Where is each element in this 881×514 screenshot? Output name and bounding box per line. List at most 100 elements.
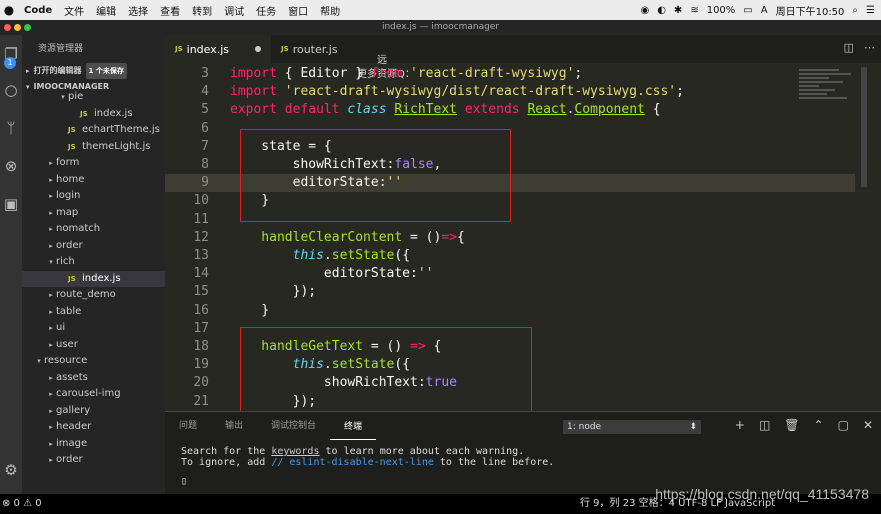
tree-item[interactable]: ▸ route_demo — [22, 287, 165, 304]
code-line[interactable]: 5 export default class RichText extends R… — [165, 101, 855, 119]
code-line[interactable]: 3 import { Editor } from 'react-draft-wys… — [165, 65, 855, 83]
editor-scrollbar[interactable] — [861, 67, 867, 187]
line-number: 5 — [201, 102, 209, 118]
record-icon[interactable]: ◉ — [640, 5, 649, 16]
chevron-up-icon[interactable]: ⌃ — [814, 418, 824, 432]
tree-item[interactable]: ▸ assets — [22, 370, 165, 387]
code-line[interactable]: 15 }); — [165, 283, 855, 301]
close-window-button[interactable] — [4, 24, 11, 31]
code-token: ; — [574, 66, 583, 81]
code-line[interactable]: 16 } — [165, 302, 855, 320]
tree-item[interactable]: ▸ order — [22, 452, 165, 469]
tree-item[interactable]: ▸ header — [22, 419, 165, 436]
input-method-icon[interactable]: A — [761, 5, 768, 16]
tree-item[interactable]: ▾ resource — [22, 353, 165, 370]
tree-item[interactable]: JS themeLight.js — [22, 139, 165, 156]
settings-gear-icon[interactable]: ⚙ — [2, 461, 20, 479]
minimize-window-button[interactable] — [14, 24, 21, 31]
tree-item[interactable]: ▸ gallery — [22, 403, 165, 420]
chevron-right-icon: ▸ — [49, 175, 53, 184]
chevron-down-icon: ▾ — [61, 93, 65, 101]
wechat-icon[interactable]: ◐ — [657, 5, 666, 16]
bluetooth-icon[interactable]: ✱ — [674, 5, 682, 16]
code-line[interactable]: 12 handleClearContent = ()=>{ — [165, 229, 855, 247]
tree-item[interactable]: ▸ nomatch — [22, 221, 165, 238]
tree-item[interactable]: ▸ map — [22, 205, 165, 222]
tree-item[interactable]: ▸ table — [22, 304, 165, 321]
split-editor-icon[interactable]: ◫ — [844, 41, 854, 54]
tree-item[interactable]: JS index.js — [22, 270, 165, 287]
chevron-right-icon: ▸ — [49, 406, 53, 415]
tree-item[interactable]: ▸ user — [22, 337, 165, 354]
tree-item-label: login — [56, 190, 81, 201]
apple-icon[interactable]: ● — [0, 3, 18, 17]
tree-item[interactable]: ▸ image — [22, 436, 165, 453]
problems-count[interactable]: ⊗ 0 ⚠ 0 — [2, 494, 42, 514]
source-control-icon[interactable]: ᛘ — [2, 119, 20, 137]
tree-item[interactable]: ▸ order — [22, 238, 165, 255]
tree-item[interactable]: ▸ login — [22, 188, 165, 205]
tree-item-label: rich — [56, 256, 75, 267]
tab-debug-console[interactable]: 调试控制台 — [257, 412, 330, 440]
minimap[interactable] — [799, 67, 859, 167]
menu-window[interactable]: 窗口 — [282, 3, 314, 18]
menu-code[interactable]: Code — [18, 5, 58, 16]
terminal-select[interactable]: 1: node ⬍ — [563, 420, 701, 434]
tree-item[interactable]: ▾ pie — [22, 89, 165, 106]
code-line[interactable]: 13 this.setState({ — [165, 247, 855, 265]
maximize-panel-icon[interactable]: ▢ — [838, 418, 849, 432]
js-file-icon: JS — [68, 142, 76, 151]
menu-file[interactable]: 文件 — [58, 3, 90, 18]
menu-select[interactable]: 选择 — [122, 3, 154, 18]
wifi-icon[interactable]: ≋ — [690, 5, 698, 16]
code-token: class — [347, 102, 387, 118]
tree-item[interactable]: ▸ home — [22, 172, 165, 189]
zoom-window-button[interactable] — [24, 24, 31, 31]
code-line[interactable]: 4 import 'react-draft-wysiwyg/dist/react-… — [165, 83, 855, 101]
new-terminal-icon[interactable]: + — [735, 418, 745, 432]
tree-item[interactable]: JS echartTheme.js — [22, 122, 165, 139]
tab-index-js[interactable]: JS index.js — [165, 35, 272, 63]
tab-router-js[interactable]: JS router.js — [271, 35, 348, 63]
code-token: from — [370, 66, 403, 81]
terminal-output[interactable]: Search for the keywords to learn more ab… — [181, 446, 554, 487]
chevron-right-icon: ▸ — [49, 291, 53, 299]
list-icon[interactable]: ☰ — [866, 5, 875, 16]
search-icon[interactable]: ○ — [2, 81, 20, 99]
open-editors-section[interactable]: ▸ 打开的编辑器 1 个未保存 — [22, 63, 165, 79]
tree-item[interactable]: ▾ rich — [22, 254, 165, 271]
chevron-right-icon: ▸ — [49, 208, 53, 217]
chevron-down-icon: ▾ — [37, 357, 41, 365]
keywords-link[interactable]: keywords — [271, 446, 319, 457]
chevron-right-icon: ▸ — [49, 390, 53, 398]
tab-problems[interactable]: 问题 — [165, 412, 211, 440]
tree-item[interactable]: ▸ form — [22, 155, 165, 172]
terminal-cursor: ▯ — [181, 476, 188, 487]
code-token: export default — [230, 102, 340, 118]
trash-icon[interactable]: 🗑 — [784, 418, 799, 432]
tree-item[interactable]: ▸ carousel-img — [22, 386, 165, 403]
code-line[interactable]: 14 editorState:'' — [165, 265, 855, 283]
battery-icon[interactable]: ▭ — [743, 5, 752, 16]
tree-item[interactable]: ▸ ui — [22, 320, 165, 337]
tree-item-label: gallery — [56, 404, 91, 416]
menu-help[interactable]: 帮助 — [314, 3, 346, 18]
menu-edit[interactable]: 编辑 — [90, 3, 122, 18]
menu-view[interactable]: 查看 — [154, 3, 186, 18]
menu-goto[interactable]: 转到 — [186, 3, 218, 18]
editor-tabs: JS index.js JS router.js — [165, 35, 881, 63]
clock[interactable]: 周日下午10:50 — [776, 3, 845, 18]
debug-icon[interactable]: ⊗ — [2, 157, 20, 175]
extensions-icon[interactable]: ▣ — [2, 195, 20, 213]
close-panel-icon[interactable]: ✕ — [863, 418, 873, 432]
unsaved-dot-icon[interactable] — [255, 46, 262, 52]
menu-debug[interactable]: 调试 — [218, 3, 250, 18]
tab-output[interactable]: 输出 — [211, 412, 257, 440]
tree-item-label: echartTheme.js — [82, 124, 160, 135]
spotlight-search-icon[interactable]: ⌕ — [852, 5, 858, 16]
menu-tasks[interactable]: 任务 — [250, 3, 282, 18]
more-actions-icon[interactable]: ⋯ — [864, 41, 875, 54]
split-terminal-icon[interactable]: ◫ — [759, 418, 770, 432]
tree-item[interactable]: JS index.js — [22, 106, 165, 123]
tab-terminal[interactable]: 终端 — [330, 413, 377, 440]
